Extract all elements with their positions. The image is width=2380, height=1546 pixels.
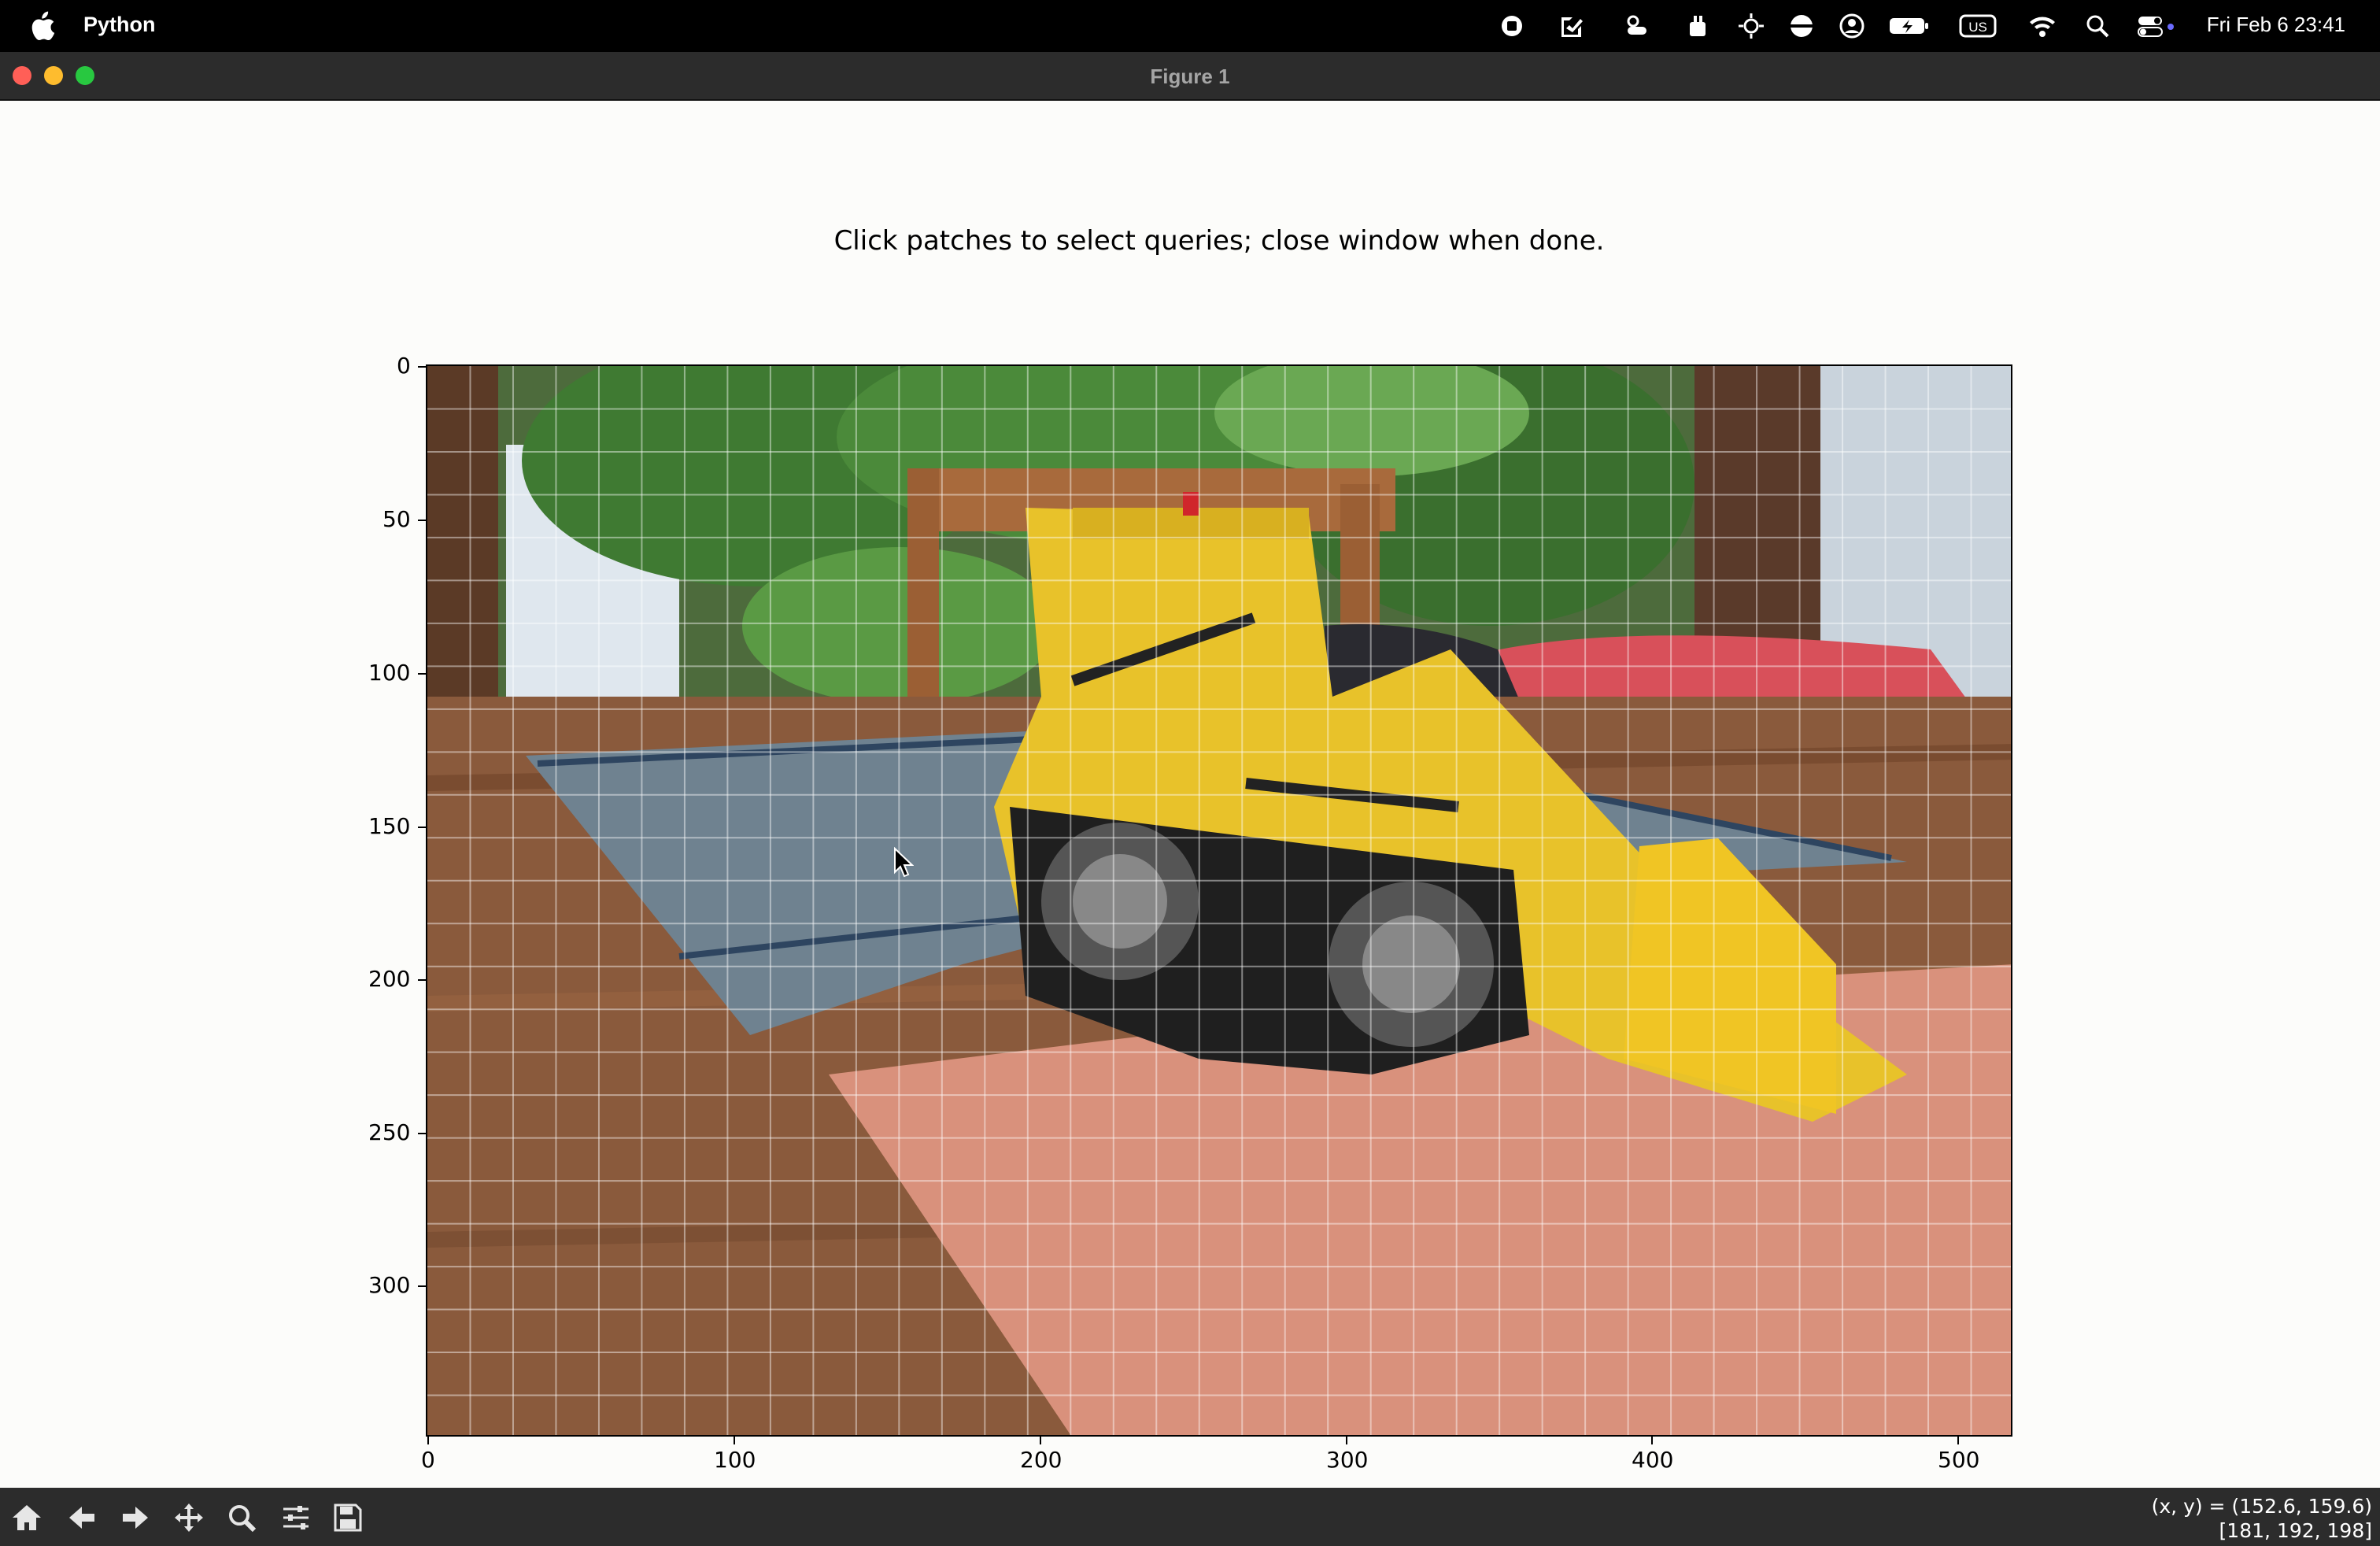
battery-icon[interactable]	[1887, 11, 1931, 41]
creative-cloud-icon[interactable]	[1557, 11, 1587, 41]
home-icon[interactable]	[5, 1497, 49, 1538]
control-center-icon[interactable]	[2136, 11, 2175, 41]
y-tick-mark	[418, 673, 426, 675]
brightness-icon[interactable]	[1736, 11, 1766, 41]
cursor-pixel-value: [181, 192, 198]	[2219, 1519, 2372, 1542]
display-icon[interactable]	[1787, 11, 1816, 41]
x-tick-mark	[427, 1437, 429, 1444]
mouse-cursor-icon	[894, 847, 914, 878]
cursor-coordinates-readout: (x, y) = (152.6, 159.6) [181, 192, 198]	[2152, 1494, 2372, 1543]
image-axes[interactable]	[426, 364, 2012, 1437]
record-icon[interactable]	[1497, 11, 1527, 41]
menu-bar-clock[interactable]: Fri Feb 6 23:41	[2207, 13, 2345, 37]
x-tick-label: 200	[1020, 1447, 1062, 1473]
y-tick-label: 300	[368, 1272, 411, 1298]
y-tick-label: 100	[368, 660, 411, 686]
cursor-xy: (x, y) = (152.6, 159.6)	[2151, 1495, 2372, 1518]
y-tick-label: 250	[368, 1119, 411, 1145]
x-tick-mark	[1957, 1437, 1959, 1444]
forward-icon[interactable]	[113, 1497, 157, 1538]
apple-menu-icon[interactable]	[28, 11, 55, 41]
configure-subplots-icon[interactable]	[274, 1497, 318, 1538]
y-tick-label: 0	[397, 353, 411, 379]
y-tick-label: 200	[368, 966, 411, 992]
y-tick-mark	[418, 1133, 426, 1134]
search-icon[interactable]	[2082, 11, 2112, 41]
extension-icon[interactable]	[1683, 11, 1713, 41]
y-tick-mark	[418, 366, 426, 368]
x-tick-mark	[1040, 1437, 1041, 1444]
y-tick-mark	[418, 979, 426, 981]
y-tick-label: 150	[368, 813, 411, 839]
save-icon[interactable]	[326, 1497, 370, 1538]
x-tick-label: 400	[1632, 1447, 1674, 1473]
y-tick-label: 50	[382, 506, 411, 532]
axes-title: Click patches to select queries; close w…	[833, 225, 1605, 257]
x-tick-mark	[734, 1437, 735, 1444]
zoom-icon[interactable]	[220, 1497, 264, 1538]
wifi-icon[interactable]	[2027, 11, 2057, 41]
x-tick-label: 500	[1938, 1447, 1980, 1473]
displayed-photo[interactable]	[427, 366, 2012, 1437]
user-icon[interactable]	[1837, 11, 1867, 41]
weather-icon[interactable]	[1621, 11, 1651, 41]
figure-canvas[interactable]: Click patches to select queries; close w…	[0, 101, 2380, 1488]
x-tick-label: 300	[1326, 1447, 1369, 1473]
x-tick-mark	[1346, 1437, 1347, 1444]
y-tick-mark	[418, 827, 426, 828]
window-title: Figure 1	[1150, 65, 1230, 88]
back-icon[interactable]	[60, 1497, 104, 1538]
x-tick-mark	[1651, 1437, 1653, 1444]
y-tick-mark	[418, 520, 426, 521]
input-source-icon[interactable]: US	[1958, 11, 1998, 41]
app-name[interactable]: Python	[83, 13, 156, 37]
svg-text:US: US	[1968, 20, 1987, 35]
pan-icon[interactable]	[167, 1497, 211, 1538]
menu-bar: Python US Fri Feb 6 23:41	[0, 0, 2380, 52]
x-tick-label: 0	[421, 1447, 435, 1473]
window-title-bar[interactable]: Figure 1	[0, 52, 2380, 101]
y-tick-mark	[418, 1285, 426, 1287]
x-tick-label: 100	[714, 1447, 756, 1473]
navigation-toolbar: (x, y) = (152.6, 159.6) [181, 192, 198]	[0, 1488, 2380, 1546]
